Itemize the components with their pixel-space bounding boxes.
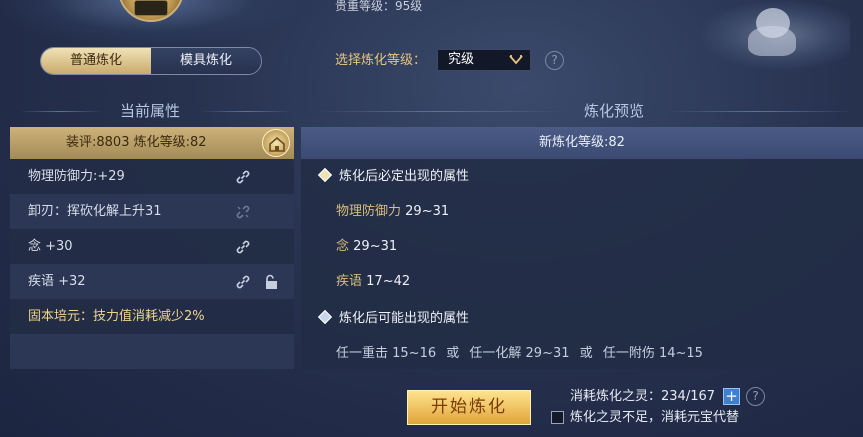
consume-spirit-text: 消耗炼化之灵：234/167 (570, 389, 716, 404)
attribute-text: 物理防御力:+29 (28, 169, 125, 184)
attribute-text: 卸刃：挥砍化解上升31 (28, 204, 162, 219)
gear-score-header: 装评:8803 炼化等级:82 (10, 127, 294, 159)
chevron-down-icon (509, 55, 523, 65)
house-icon (269, 136, 285, 152)
guaranteed-title: 炼化后必定出现的属性 (339, 169, 470, 184)
link-icon[interactable] (234, 273, 252, 291)
possible-attributes-heading: 炼化后可能出现的属性 (317, 301, 470, 336)
refine-level-value: 究级 (448, 52, 475, 67)
divider (315, 111, 565, 112)
attribute-row: 疾语 +32 (10, 264, 294, 299)
possible-option: 任一化解 29~31 (469, 346, 570, 361)
preview-attribute-name: 物理防御力 (336, 204, 402, 219)
add-spirit-button[interactable]: + (723, 388, 740, 405)
link-icon[interactable] (234, 168, 252, 186)
divider (664, 111, 854, 112)
badge-icon[interactable] (262, 129, 290, 157)
possible-title: 炼化后可能出现的属性 (339, 311, 470, 326)
new-refine-level-header: 新炼化等级:82 (301, 127, 863, 159)
preview-attribute-range: 29~31 (405, 204, 450, 219)
tab-mold-refine[interactable]: 模具炼化 (151, 48, 261, 74)
link-broken-icon[interactable] (234, 203, 252, 221)
preview-attribute-row: 物理防御力 29~31 (336, 194, 449, 229)
attribute-text: 念 +30 (28, 239, 73, 254)
use-ingot-label: 炼化之灵不足，消耗元宝代替 (570, 410, 740, 425)
preview-attribute-name: 念 (336, 239, 350, 254)
attribute-row: 固本培元：技力值消耗减少2% (10, 299, 294, 334)
attribute-text: 固本培元：技力值消耗减少2% (28, 309, 205, 324)
preview-attribute-range: 17~42 (366, 274, 411, 289)
preview-attribute-range: 29~31 (353, 239, 398, 254)
unlock-icon[interactable] (262, 273, 280, 291)
preview-attribute-name: 疾语 (336, 274, 363, 289)
refine-mode-tabs: 普通炼化 模具炼化 (40, 47, 262, 75)
current-attributes-title: 当前属性 (120, 102, 181, 120)
tab-normal-refine[interactable]: 普通炼化 (41, 48, 151, 74)
precious-level-text: 贵重等级：95级 (335, 0, 423, 13)
refine-level-label: 选择炼化等级： (335, 53, 427, 68)
diamond-bullet-icon (317, 167, 333, 183)
attribute-text: 疾语 +32 (28, 274, 86, 289)
divider (200, 111, 292, 112)
refine-level-dropdown[interactable]: 究级 (437, 49, 531, 71)
guaranteed-attributes-heading: 炼化后必定出现的属性 (317, 159, 470, 194)
refine-preview-title: 炼化预览 (584, 102, 645, 120)
emblem-gem-icon (134, 0, 168, 16)
possible-option: 任一附伤 14~15 (602, 346, 703, 361)
preview-attribute-row: 疾语 17~42 (336, 264, 410, 299)
use-ingot-checkbox[interactable] (551, 411, 564, 424)
or-separator: 或 (446, 346, 460, 361)
start-refine-button[interactable]: 开始炼化 (407, 390, 531, 425)
preview-attribute-row: 念 29~31 (336, 229, 397, 264)
consume-help-icon[interactable]: ? (746, 387, 765, 406)
empty-attribute-row (10, 334, 294, 369)
link-icon[interactable] (234, 238, 252, 256)
divider (20, 111, 102, 112)
diamond-bullet-icon (317, 309, 333, 325)
possible-option: 任一重击 15~16 (336, 346, 437, 361)
or-separator: 或 (579, 346, 593, 361)
panda-body-icon (748, 26, 796, 56)
attribute-row: 卸刃：挥砍化解上升31 (10, 194, 294, 229)
attribute-row: 物理防御力:+29 (10, 159, 294, 194)
possible-attributes-row: 任一重击 15~16 或 任一化解 29~31 或 任一附伤 14~15 (336, 336, 703, 371)
refine-level-help-icon[interactable]: ? (545, 51, 564, 70)
attribute-row: 念 +30 (10, 229, 294, 264)
